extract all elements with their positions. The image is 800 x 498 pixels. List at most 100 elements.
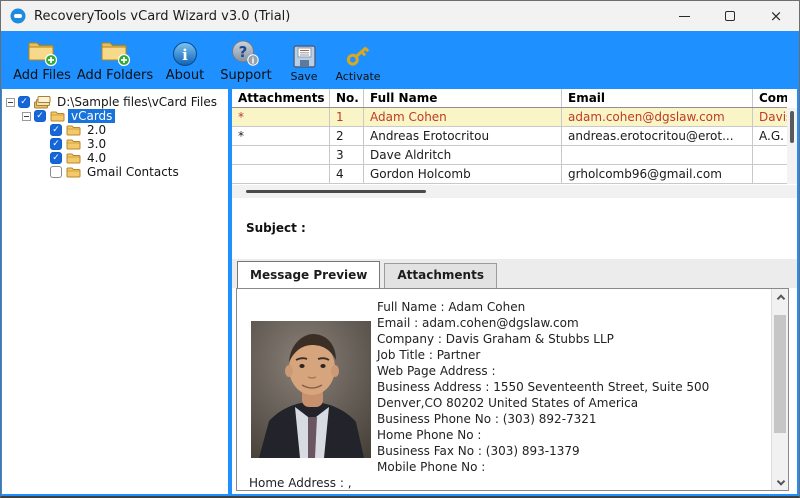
contact-detail-line: Mobile Phone No : — [249, 459, 765, 475]
cell-email[interactable]: andreas.erotocritou@erot... — [562, 127, 753, 145]
cell-no[interactable]: 2 — [330, 127, 364, 145]
cell-attachments[interactable]: * — [232, 127, 330, 145]
activate-button[interactable]: Activate — [329, 35, 387, 83]
cell-company[interactable] — [753, 165, 787, 183]
table-row[interactable]: * 1 Adam Cohen adam.cohen@dgslaw.com Dav… — [232, 108, 787, 127]
folder-icon — [66, 138, 81, 150]
maximize-button[interactable] — [707, 1, 753, 31]
minimize-button[interactable] — [661, 1, 707, 31]
preview-body: Full Name : Adam Cohen Email : adam.cohe… — [237, 289, 771, 490]
add-folders-button[interactable]: Add Folders — [73, 35, 157, 83]
save-button[interactable]: Save — [279, 35, 329, 83]
table-vertical-scrollbar-thumb[interactable] — [790, 111, 794, 143]
tree-item[interactable]: ✓ — [2, 95, 228, 109]
minimize-icon — [679, 16, 690, 17]
cell-email[interactable] — [562, 146, 753, 164]
svg-text:?: ? — [239, 43, 248, 61]
column-header-email[interactable]: Email — [562, 89, 753, 107]
folder-icon — [66, 124, 81, 136]
titlebar: RecoveryTools vCard Wizard v3.0 (Trial) … — [1, 1, 799, 31]
cell-email[interactable]: grholcomb96@gmail.com — [562, 165, 753, 183]
cell-company[interactable]: Davis Graham & Stubbs LLP — [753, 108, 787, 126]
tabstrip: Message Preview Attachments — [232, 259, 797, 288]
table-horizontal-scrollbar-thumb[interactable] — [246, 190, 426, 193]
contacts-table: Attachments No. Full Name Email Company … — [232, 89, 787, 184]
cell-company[interactable] — [753, 146, 787, 164]
column-header-no[interactable]: No. — [330, 89, 364, 107]
table-body: * 1 Adam Cohen adam.cohen@dgslaw.com Dav… — [232, 108, 787, 184]
contact-detail-line: Full Name : Adam Cohen — [249, 299, 765, 315]
column-header-attachments[interactable]: Attachments — [232, 89, 330, 107]
tree-checkbox[interactable]: ✓ — [34, 110, 46, 122]
add-files-button[interactable]: Add Files — [11, 35, 73, 83]
preview-vertical-scrollbar[interactable] — [771, 289, 788, 490]
tree-checkbox[interactable]: ✓ — [50, 138, 62, 150]
table-row[interactable]: 4 Gordon Holcomb grholcomb96@gmail.com — [232, 165, 787, 184]
tree-item[interactable]: ✓ — [2, 109, 228, 123]
save-label: Save — [290, 70, 317, 83]
folder-tree-panel: ✓ — [2, 89, 228, 494]
save-floppy-icon — [292, 44, 317, 69]
message-preview-panel: Full Name : Adam Cohen Email : adam.cohe… — [236, 288, 789, 491]
activate-key-icon — [344, 41, 372, 69]
tab-attachments[interactable]: Attachments — [384, 263, 497, 288]
table-header-row: Attachments No. Full Name Email Company — [232, 89, 787, 108]
tree-checkbox[interactable]: ✓ — [50, 166, 62, 178]
cell-attachments[interactable]: * — [232, 108, 330, 126]
table-horizontal-scrollbar[interactable] — [232, 185, 797, 198]
tree-checkbox[interactable]: ✓ — [50, 124, 62, 136]
toolbar: Add Files Add Folders i Abou — [1, 31, 799, 86]
scroll-up-button[interactable] — [772, 291, 789, 308]
cell-email[interactable]: adam.cohen@dgslaw.com — [562, 108, 753, 126]
tree-item[interactable]: ✓ — [2, 165, 228, 179]
folder-tree: ✓ — [2, 95, 228, 179]
tab-message-preview[interactable]: Message Preview — [237, 261, 380, 288]
support-button[interactable]: ? i Support — [213, 35, 279, 83]
cell-attachments[interactable] — [232, 146, 330, 164]
cell-company[interactable]: A.G. — [753, 127, 787, 145]
column-header-full-name[interactable]: Full Name — [364, 89, 562, 107]
tree-item[interactable]: ✓ — [2, 137, 228, 151]
tree-item-label[interactable]: 3.0 — [84, 137, 109, 151]
cell-attachments[interactable] — [232, 165, 330, 183]
column-header-company[interactable]: Company — [753, 89, 787, 107]
tree-item-label[interactable]: Gmail Contacts — [84, 165, 182, 179]
table-row[interactable]: 3 Dave Aldritch — [232, 146, 787, 165]
add-folders-label: Add Folders — [77, 68, 153, 83]
tree-checkbox[interactable]: ✓ — [18, 96, 30, 108]
support-question-icon: ? i — [231, 40, 261, 67]
tree-item[interactable]: ✓ — [2, 151, 228, 165]
tree-item-label[interactable]: vCards — [68, 109, 115, 123]
chevron-down-icon — [776, 477, 784, 485]
close-button[interactable]: × — [753, 1, 799, 31]
window-controls: × — [661, 1, 799, 31]
support-label: Support — [220, 68, 271, 83]
about-label: About — [166, 68, 204, 83]
content-area: ✓ — [1, 86, 799, 496]
contact-detail-line: Home Address : , — [249, 475, 765, 490]
tree-item-label[interactable]: D:\Sample files\vCard Files — [54, 95, 220, 109]
tree-item-label[interactable]: 4.0 — [84, 151, 109, 165]
cell-full-name[interactable]: Dave Aldritch — [364, 146, 562, 164]
about-button[interactable]: i About — [157, 35, 213, 83]
app-icon — [10, 8, 26, 24]
cell-no[interactable]: 1 — [330, 108, 364, 126]
cell-no[interactable]: 4 — [330, 165, 364, 183]
tree-item[interactable]: ✓ — [2, 123, 228, 137]
table-row[interactable]: * 2 Andreas Erotocritou andreas.erotocri… — [232, 127, 787, 146]
tree-expander-icon[interactable] — [6, 98, 15, 107]
scroll-down-button[interactable] — [772, 471, 789, 488]
tree-checkbox[interactable]: ✓ — [50, 152, 62, 164]
table-vertical-scrollbar[interactable] — [787, 108, 797, 184]
about-info-circle-icon: i — [172, 41, 198, 67]
folder-icon — [66, 152, 81, 164]
tree-item-label[interactable]: 2.0 — [84, 123, 109, 137]
cell-full-name[interactable]: Gordon Holcomb — [364, 165, 562, 183]
add-files-label: Add Files — [13, 68, 71, 83]
cell-no[interactable]: 3 — [330, 146, 364, 164]
cell-full-name[interactable]: Adam Cohen — [364, 108, 562, 126]
cell-full-name[interactable]: Andreas Erotocritou — [364, 127, 562, 145]
preview-scrollbar-thumb[interactable] — [774, 315, 786, 433]
tree-expander-icon[interactable] — [22, 112, 31, 121]
add-files-folder-plus-icon — [26, 40, 58, 67]
